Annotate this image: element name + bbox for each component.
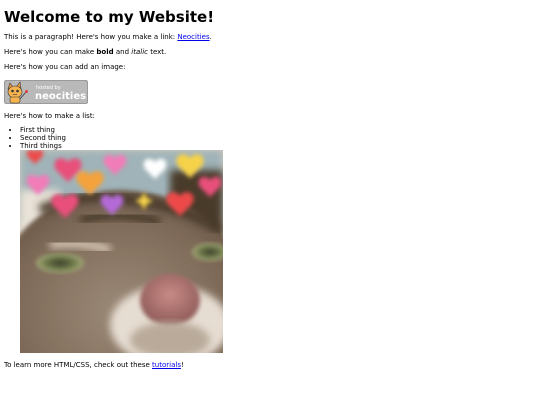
formatting-text-end: text. — [147, 48, 167, 56]
hosted-by-neocities-badge[interactable]: hosted by neocities — [4, 80, 88, 104]
formatting-text-middle: and — [113, 48, 132, 56]
formatting-paragraph: Here's how you can make bold and italic … — [4, 48, 166, 57]
neocities-badge-graphic: hosted by neocities — [4, 80, 88, 104]
list-intro-paragraph: Here's how to make a list: — [4, 112, 95, 120]
tutorials-paragraph: To learn more HTML/CSS, check out these … — [4, 361, 184, 370]
things-list: First thing Second thing Third things — [4, 126, 66, 150]
page-title: Welcome to my Website! — [4, 8, 215, 26]
italic-text: italic — [131, 48, 148, 56]
formatting-text-start: Here's how you can make — [4, 48, 97, 56]
tutorials-link[interactable]: tutorials — [152, 361, 181, 369]
tutorials-text-end: ! — [180, 361, 184, 369]
image-intro-paragraph: Here's how you can add an image: — [4, 63, 126, 71]
intro-text: This is a paragraph! Here's how you make… — [4, 33, 178, 41]
cat-with-hearts-image — [20, 150, 223, 353]
intro-text-end: . — [209, 33, 212, 41]
list-item: Second thing — [20, 134, 66, 142]
intro-paragraph: This is a paragraph! Here's how you make… — [4, 33, 212, 42]
bold-text: bold — [96, 48, 114, 56]
list-item: Third things — [20, 142, 66, 150]
tutorials-text: To learn more HTML/CSS, check out these — [4, 361, 153, 369]
neocities-link[interactable]: Neocities — [177, 33, 209, 41]
list-item: First thing — [20, 126, 66, 134]
badge-brand-text: neocities — [35, 91, 86, 102]
